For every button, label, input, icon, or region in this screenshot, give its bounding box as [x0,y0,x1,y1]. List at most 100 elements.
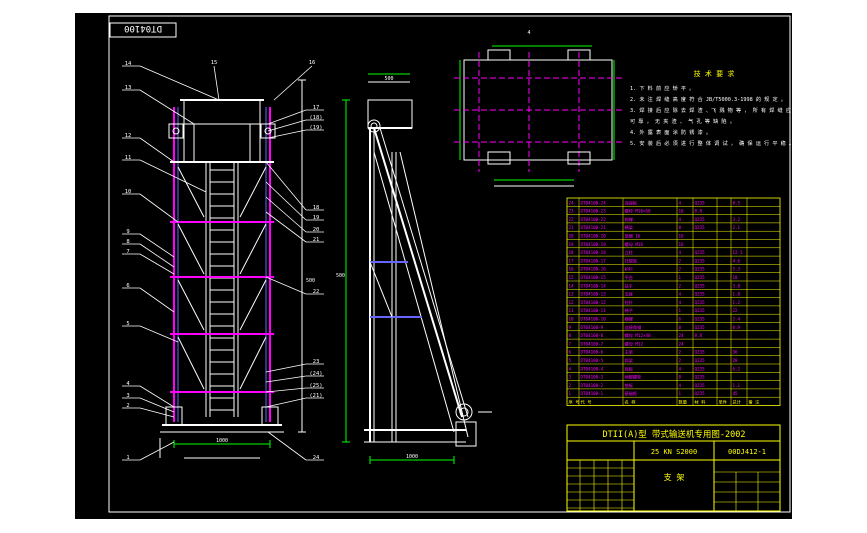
bom-cell: Q235 [695,375,706,380]
callout-right-label: 19 [313,215,320,221]
bom-cell: 横撑 [625,316,634,323]
bom-cell: 2 [679,267,682,272]
bom-cell: 3 [569,375,572,380]
cad-viewport: DT04100 1000 500 500 500 1000 4 技 术 要 求 … [0,0,867,533]
bom-cell: 4 [569,366,572,371]
bom-cell: 基础框 [625,390,638,397]
bom-cell: 4 [679,300,682,305]
bom-cell: 0.9 [733,325,741,330]
bom-cell: 2 [679,258,682,263]
bom-cell: 1.2 [733,300,741,305]
note-line: 1. 下 料 前 应 矫 平 。 [630,84,694,92]
bom-cell: 4 [679,250,682,255]
bom-cell: 垫圈 16 [625,233,641,240]
bom-cell: 2 [679,283,682,288]
stamp-text: DT04100 [124,23,162,33]
bom-cell: DT04100-3 [581,375,604,380]
callout-left-label: 10 [125,189,132,195]
front-base-dim: 1000 [216,438,228,444]
bom-cell: 托辊架 [625,257,638,264]
title-block: DTII(A)型 带式输送机专用图-2002 25 KN S2000 00DJ4… [566,424,781,512]
bom-cell: 连接板 [625,199,638,206]
callout-right-label: 21 [313,237,320,243]
bom-header-cell: 材 料 [695,399,707,406]
callout-right-label: (19) [309,125,322,131]
notes-title: 技 术 要 求 [694,69,735,78]
callout-right-label: 20 [313,227,320,233]
main-title: DTII(A)型 带式输送机专用图-2002 [602,429,745,440]
part-name: 支 架 [664,472,685,482]
bom-cell: DT04100-10 [581,317,607,322]
note-line: 5. 安 装 后 必 须 进 行 整 体 调 试 ， 确 保 运 行 平 稳 。 [630,139,793,147]
bom-cell: 主梁 [625,349,634,356]
callout-top-label: 16 [309,60,316,66]
bom-cell: 6 [679,317,682,322]
bom-cell: 4 [679,292,682,297]
callout-right-label: 22 [313,289,320,295]
bom-cell: 1.8 [733,292,741,297]
callout-right-label: 23 [313,359,320,365]
bom-cell: 2 [679,358,682,363]
bom-cell: DT04100-20 [581,234,607,239]
bom-cell: 45 [733,391,739,396]
bom-header-cell: 名 称 [625,399,636,406]
bom-cell: 梯子 [625,307,633,314]
bom-cell: 护栏 [625,266,633,273]
bom-cell: DT04100-19 [581,242,607,247]
bom-cell: DT04100-16 [581,267,607,272]
bom-cell: Q235 [695,317,706,322]
bom-cell: Q235 [695,325,706,330]
side-height-dim: 500 [336,273,345,279]
bom-cell: 连接角钢 [625,324,642,331]
callout-right-label: (18) [309,115,322,121]
bom-cell: 4 [679,383,682,388]
bom-cell: 23 [569,209,575,214]
bom-cell: 横梁 [625,224,634,231]
bom-cell: 垫板 [625,382,634,389]
bom-cell: 2.1 [733,225,741,230]
bom-cell: DT04100-17 [581,258,607,263]
note-line: 可 靠 ， 无 夹 渣 、 气 孔 等 缺 陷 。 [630,117,735,125]
bom-cell: Q235 [695,225,706,230]
bom-cell: 14 [569,283,575,288]
side-base-dim: 1000 [406,454,418,460]
callout-right-label: 17 [313,105,320,111]
bom-header-cell: 备 注 [749,399,761,406]
bom-cell: 7 [569,341,572,346]
bom-cell: 12 [569,300,575,305]
bom-cell: Q235 [695,358,706,363]
callout-right-label: 18 [313,205,320,211]
bom-cell: Q235 [695,267,706,272]
plan-top-text: 4 [527,30,530,36]
bom-cell: 4 [679,217,682,222]
callout-left-label: 6 [126,283,129,289]
bom-cell: 19 [569,242,575,247]
bom-cell: DT04100-2 [581,383,604,388]
bom-cell: 22 [733,308,739,313]
bom-cell: 平台 [625,274,633,281]
callout-left-label: 7 [126,249,129,255]
callout-top-label: 15 [211,60,218,66]
callout-right-label: (21) [309,393,322,399]
callout-left-label: 14 [125,61,132,67]
callout-left-label: 9 [126,229,129,235]
bom-cell: 4 [679,366,682,371]
side-view: 500 500 1000 [336,73,492,464]
bom-cell: 扶手 [625,282,633,289]
bom-cell: 1 [679,391,682,396]
bom-cell: 底板 [625,365,634,372]
callout-left-label: 3 [126,393,129,399]
callout-left-label: 2 [126,403,129,409]
bom-cell: DT04100-24 [581,200,607,205]
callout-right-label: (24) [309,371,322,377]
bom-cell: 16 [679,242,685,247]
bom-cell: DT04100-14 [581,283,607,288]
bom-cell: 4.6 [733,258,741,263]
bom-cell: 16 [679,209,685,214]
bom-cell: 16 [569,267,575,272]
bom-cell: 1 [679,275,682,280]
spec-text: 25 KN S2000 [651,448,697,456]
bom-cell: 4 [679,200,682,205]
bom-cell: 3.2 [733,217,741,222]
bom-cell: 15 [569,275,575,280]
